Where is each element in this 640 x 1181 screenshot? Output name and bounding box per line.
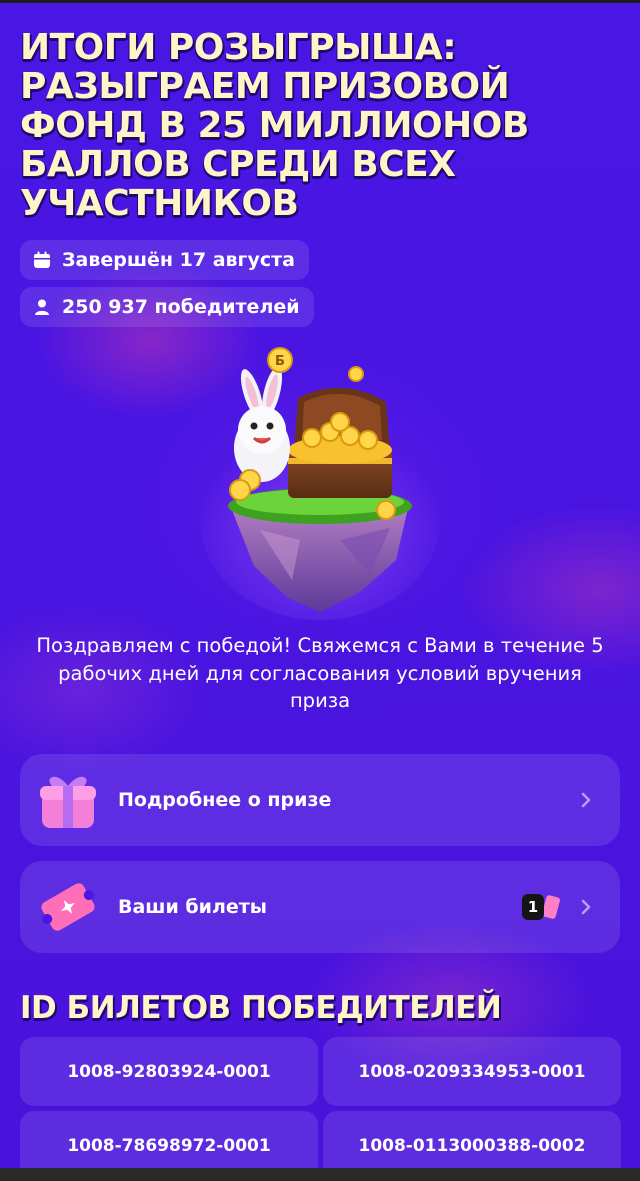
system-nav-bar: [0, 1168, 640, 1181]
calendar-icon: [32, 250, 52, 270]
user-icon: [32, 297, 52, 317]
congratulations-text: Поздравляем с победой! Свяжемся с Вами в…: [36, 634, 604, 712]
chevron-right-icon: [576, 790, 596, 810]
winner-ticket-id: 1008-0209334953-0001: [323, 1037, 621, 1106]
your-tickets-button[interactable]: Ваши билеты 1: [20, 861, 620, 953]
svg-text:Б: Б: [275, 354, 285, 369]
gift-icon: [36, 768, 100, 832]
chevron-right-icon: [576, 897, 596, 917]
winners-ids-title: ID БИЛЕТОВ ПОБЕДИТЕЛЕЙ: [20, 990, 502, 1026]
status-bar-edge: [0, 0, 640, 3]
winners-count-chip: 250 937 победителей: [20, 287, 314, 327]
page-title: ИТОГИ РОЗЫГРЫША: РАЗЫГРАЕМ ПРИЗОВОЙ ФОНД…: [20, 27, 529, 224]
tickets-count-badge: 1: [522, 894, 562, 920]
winner-ticket-id: 1008-92803924-0001: [20, 1037, 318, 1106]
end-date-chip: Завершён 17 августа: [20, 240, 309, 280]
tickets-count: 1: [522, 894, 544, 920]
winners-count-text: 250 937 победителей: [62, 296, 300, 318]
your-tickets-label: Ваши билеты: [118, 896, 267, 918]
prize-details-label: Подробнее о призе: [118, 789, 332, 811]
ticket-icon: [36, 875, 100, 939]
bunny-treasure-illustration: Б: [200, 340, 440, 620]
end-date-text: Завершён 17 августа: [62, 249, 295, 271]
winner-ids-grid: 1008-92803924-0001 1008-0209334953-0001 …: [20, 1037, 622, 1180]
prize-details-button[interactable]: Подробнее о призе: [20, 754, 620, 846]
